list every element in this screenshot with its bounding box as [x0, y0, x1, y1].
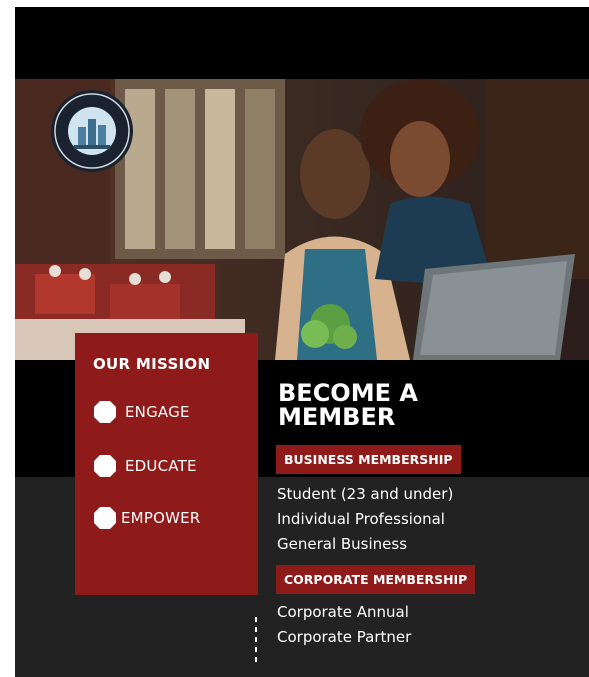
- corporate-membership-badge: CORPORATE MEMBERSHIP: [276, 565, 476, 594]
- headline-line-1: BECOME A: [278, 379, 418, 407]
- page-title: BECOME A MEMBER: [278, 381, 528, 429]
- tier-individual-professional: Individual Professional: [277, 510, 445, 528]
- octagon-bullet-icon: [94, 401, 116, 423]
- tier-corporate-partner: Corporate Partner: [277, 628, 412, 646]
- mission-panel: OUR MISSION ENGAGE EDUCATE EMPOWER: [75, 333, 258, 595]
- dashed-divider: [255, 617, 257, 667]
- headline-line-2: MEMBER: [278, 403, 396, 431]
- mission-item-empower: EMPOWER: [93, 505, 200, 531]
- membership-flyer: OUR MISSION ENGAGE EDUCATE EMPOWER BECOM…: [15, 7, 589, 677]
- chamber-seal-logo: [51, 90, 133, 172]
- octagon-bullet-icon: [94, 455, 116, 477]
- mission-item-label: EDUCATE: [125, 457, 197, 475]
- top-band: [15, 7, 589, 79]
- mission-item-label: EMPOWER: [121, 509, 201, 527]
- business-membership-badge: BUSINESS MEMBERSHIP: [276, 445, 461, 474]
- tier-general-business: General Business: [277, 535, 408, 553]
- tier-corporate-annual: Corporate Annual: [277, 603, 409, 621]
- mission-item-educate: EDUCATE: [93, 453, 197, 479]
- mission-item-engage: ENGAGE: [93, 399, 190, 425]
- tier-student: Student (23 and under): [277, 485, 454, 503]
- mission-item-label: ENGAGE: [125, 403, 190, 421]
- octagon-bullet-icon: [94, 507, 116, 529]
- mission-title: OUR MISSION: [93, 355, 211, 373]
